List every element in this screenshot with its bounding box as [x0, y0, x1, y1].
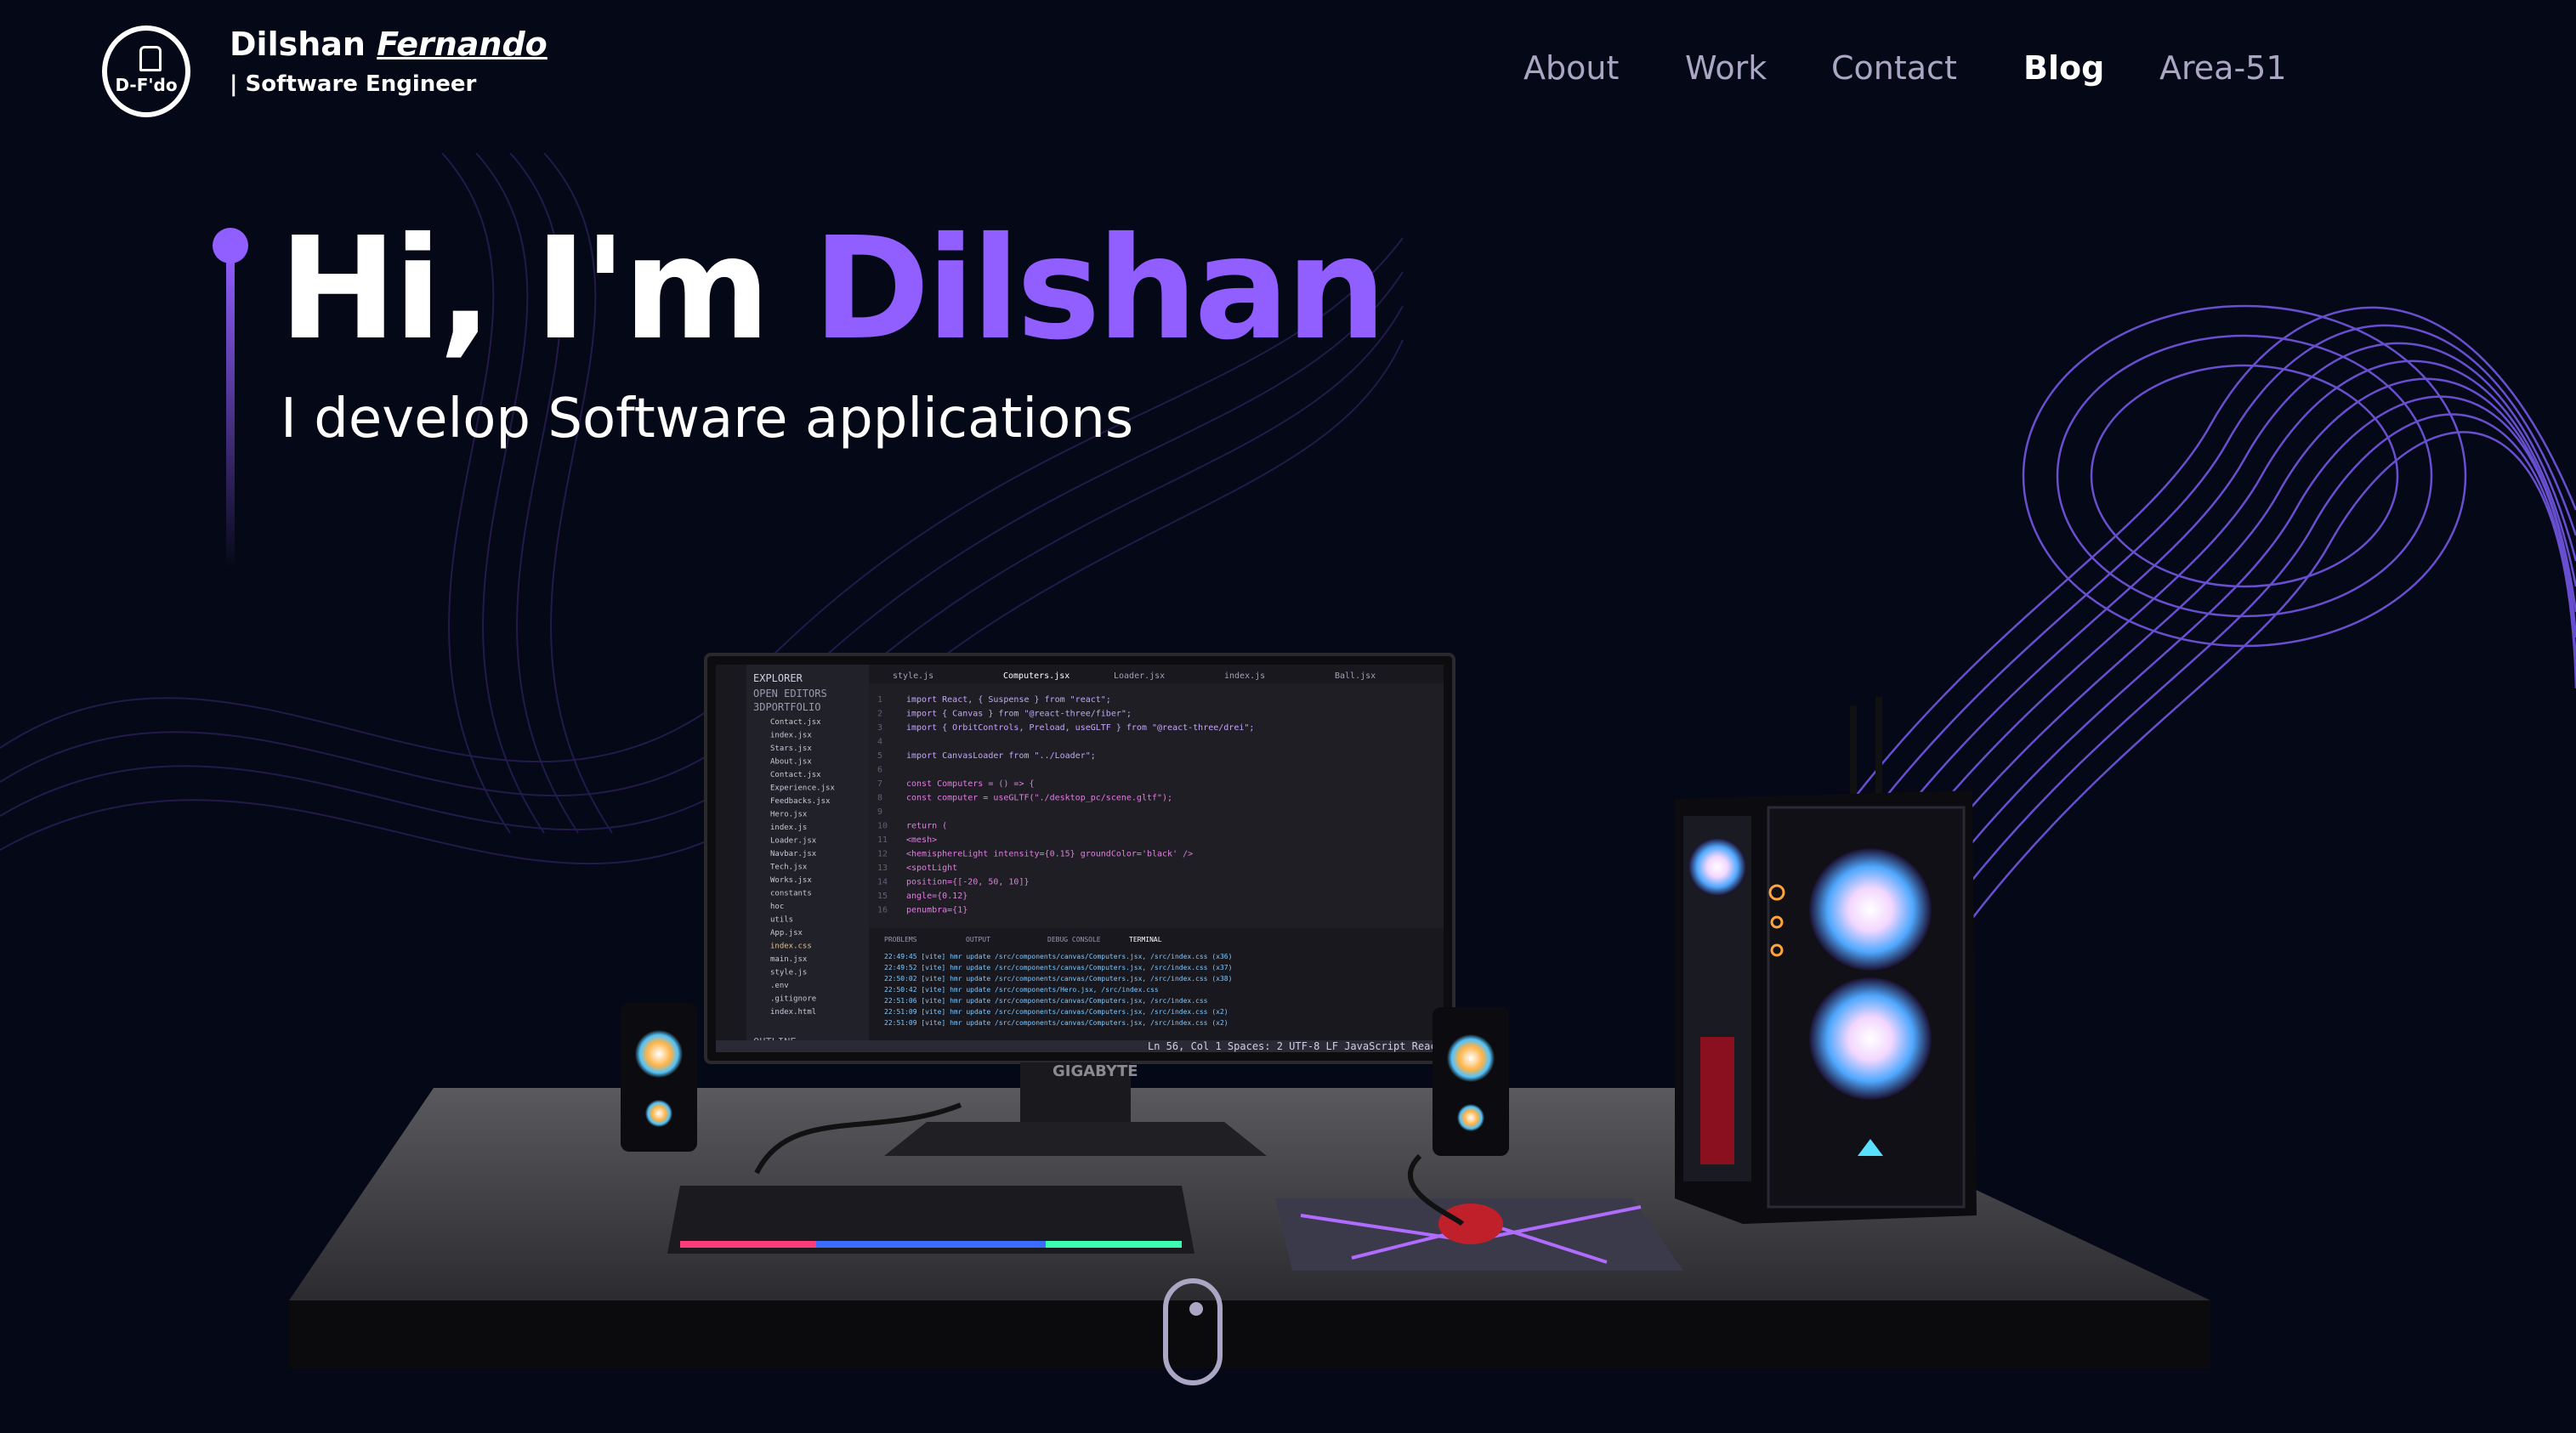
right-speaker — [1433, 1007, 1509, 1156]
file-tree-item: index.css — [770, 943, 812, 951]
file-tree-item: Contact.jsx — [770, 771, 821, 779]
editor-tab: Computers.jsx — [1003, 671, 1070, 681]
file-tree-item: utils — [770, 916, 793, 925]
line-number: 12 — [877, 850, 888, 859]
code-line: import CanvasLoader from "../Loader"; — [906, 751, 1096, 761]
scroll-dot-icon — [1189, 1302, 1203, 1316]
file-tree-item: Contact.jsx — [770, 718, 821, 727]
terminal-line: 22:50:02 [vite] hmr update /src/componen… — [884, 975, 1232, 983]
pc-tower — [1675, 697, 1977, 1224]
left-speaker — [621, 1003, 697, 1152]
file-tree-item: Experience.jsx — [770, 784, 835, 793]
line-number: 13 — [877, 864, 888, 873]
line-number: 14 — [877, 878, 888, 887]
logo-text: D-F'do — [115, 75, 178, 95]
logo[interactable]: D-F'do — [102, 25, 190, 117]
desktop-pc-3d-scene[interactable]: EXPLORER OPEN EDITORS 3DPORTFOLIO Contac… — [281, 629, 2236, 1394]
file-tree-item: index.jsx — [770, 732, 812, 740]
code-line: const Computers = () => { — [906, 779, 1035, 789]
code-line: angle={0.12} — [906, 892, 967, 901]
brand-first-name: Dilshan — [230, 25, 366, 63]
code-line: <mesh> — [906, 835, 937, 845]
code-line: <hemisphereLight intensity={0.15} ground… — [906, 850, 1193, 859]
file-tree-item: constants — [770, 890, 812, 898]
file-tree-item: .gitignore — [770, 995, 816, 1004]
monitor: EXPLORER OPEN EDITORS 3DPORTFOLIO Contac… — [704, 653, 1498, 1156]
file-tree-item: main.jsx — [770, 955, 808, 964]
file-tree-item: Hero.jsx — [770, 811, 808, 819]
code-line: import { OrbitControls, Preload, useGLTF… — [906, 723, 1254, 733]
line-number: 11 — [877, 835, 888, 845]
file-tree-item: index.js — [770, 824, 807, 832]
file-tree-item: hoc — [770, 903, 784, 911]
hero-greeting: Hi, I'm — [279, 207, 770, 371]
open-editors-heading: OPEN EDITORS — [753, 688, 827, 700]
terminal-line: 22:51:09 [vite] hmr update /src/componen… — [884, 1019, 1228, 1027]
line-number: 6 — [877, 766, 882, 775]
line-number: 16 — [877, 906, 888, 915]
brand-role: | Software Engineer — [230, 71, 477, 97]
panel-tab: PROBLEMS — [884, 936, 917, 943]
line-number: 15 — [877, 892, 888, 901]
code-line: <spotLight — [906, 864, 957, 873]
code-line: const computer = useGLTF("./desktop_pc/s… — [906, 794, 1172, 803]
editor-tab: index.js — [1224, 671, 1265, 681]
panel-tab: TERMINAL — [1129, 936, 1162, 943]
line-number: 4 — [877, 738, 882, 747]
panel-tab: OUTPUT — [966, 936, 990, 943]
keyboard — [667, 1186, 1194, 1254]
file-tree-item: .env — [770, 982, 789, 990]
file-tree-item: Loader.jsx — [770, 837, 817, 846]
mouse — [1438, 1204, 1503, 1244]
line-number: 3 — [877, 723, 882, 733]
monitor-brand: GIGABYTE — [1053, 1062, 1138, 1080]
brand-last-name: Fernando — [377, 25, 548, 63]
terminal-line: 22:49:45 [vite] hmr update /src/componen… — [884, 953, 1232, 960]
code-line: penumbra={1} — [906, 906, 967, 915]
hero-accent-line — [226, 255, 235, 569]
nav-link-about[interactable]: About — [1523, 49, 1619, 87]
file-tree-item: Tech.jsx — [770, 864, 808, 872]
project-heading: 3DPORTFOLIO — [753, 701, 820, 713]
line-number: 8 — [877, 794, 882, 803]
line-number: 1 — [877, 695, 882, 705]
explorer-heading: EXPLORER — [753, 672, 803, 684]
file-tree-item: Works.jsx — [770, 876, 812, 885]
brand-name[interactable]: Dilshan Fernando — [230, 25, 548, 63]
file-tree-item: About.jsx — [770, 758, 812, 767]
developer-icon — [139, 46, 162, 71]
hero-title: Hi, I'm Dilshan — [279, 212, 1387, 368]
file-tree-item: index.html — [770, 1008, 816, 1017]
code-line: import React, { Suspense } from "react"; — [906, 695, 1111, 705]
panel-tab: DEBUG CONSOLE — [1047, 936, 1101, 943]
file-tree-item: Navbar.jsx — [770, 850, 817, 858]
line-number: 5 — [877, 751, 882, 761]
terminal-line: 22:50:42 [vite] hmr update /src/componen… — [884, 986, 1159, 994]
nav-link-blog[interactable]: Blog — [2023, 49, 2104, 87]
terminal-line: 22:49:52 [vite] hmr update /src/componen… — [884, 964, 1232, 971]
hero-name: Dilshan — [813, 207, 1387, 371]
terminal-line: 22:51:09 [vite] hmr update /src/componen… — [884, 1008, 1228, 1016]
line-number: 7 — [877, 779, 882, 789]
file-tree-item: App.jsx — [770, 929, 803, 937]
terminal-line: 22:51:06 [vite] hmr update /src/componen… — [884, 997, 1208, 1005]
editor-tab: Ball.jsx — [1335, 671, 1376, 681]
file-tree-item: Stars.jsx — [770, 745, 812, 753]
hero-subtitle: I develop Software applications — [281, 388, 1134, 450]
nav-link-work[interactable]: Work — [1685, 49, 1767, 87]
scroll-down-indicator[interactable] — [1163, 1278, 1223, 1385]
nav-link-area-51[interactable]: Area-51 — [2159, 49, 2287, 87]
code-line: position={[-20, 50, 10]} — [906, 878, 1030, 887]
nav-link-contact[interactable]: Contact — [1831, 49, 1957, 87]
line-number: 2 — [877, 710, 882, 719]
code-line: import { Canvas } from "@react-three/fib… — [906, 710, 1132, 719]
file-tree-item: style.js — [770, 969, 807, 977]
navbar: D-F'do Dilshan Fernando | Software Engin… — [0, 0, 2576, 146]
line-number: 10 — [877, 822, 888, 831]
line-number: 9 — [877, 807, 882, 817]
file-tree-item: Feedbacks.jsx — [770, 797, 831, 806]
editor-tab: Loader.jsx — [1114, 671, 1165, 681]
code-line: return ( — [906, 822, 947, 831]
editor-tab: style.js — [893, 671, 933, 681]
